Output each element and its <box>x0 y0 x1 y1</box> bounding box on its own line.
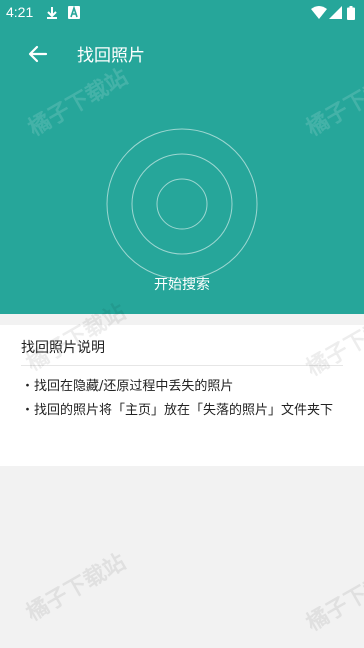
wifi-icon <box>311 6 327 19</box>
instructions-title: 找回照片说明 <box>21 340 105 356</box>
a-notification-icon <box>68 6 80 19</box>
instructions-card: 找回照片说明 ・找回在隐藏/还原过程中丢失的照片 ・找回的照片将「主页」放在「失… <box>0 325 364 466</box>
status-bar: 4:21 <box>0 0 364 26</box>
watermark: 橘子下载站 <box>302 559 364 637</box>
battery-icon <box>347 6 355 20</box>
instruction-item: ・找回的照片将「主页」放在「失落的照片」文件夹下 <box>21 403 334 418</box>
download-icon <box>47 7 57 19</box>
radar-scan-icon[interactable] <box>105 127 259 281</box>
divider <box>21 365 343 366</box>
status-time: 4:21 <box>6 4 34 20</box>
page-title: 找回照片 <box>77 46 145 66</box>
header-panel: 4:21 找回照片 开始搜索 橘子下载站 橘子下载站 <box>0 0 364 314</box>
watermark: 橘子下载站 <box>302 64 364 142</box>
watermark: 橘子下载站 <box>22 549 131 627</box>
instruction-item: ・找回在隐藏/还原过程中丢失的照片 <box>21 379 234 394</box>
start-search-button[interactable]: 开始搜索 <box>0 274 364 294</box>
signal-icon <box>329 6 342 19</box>
back-arrow-icon[interactable] <box>24 40 52 68</box>
